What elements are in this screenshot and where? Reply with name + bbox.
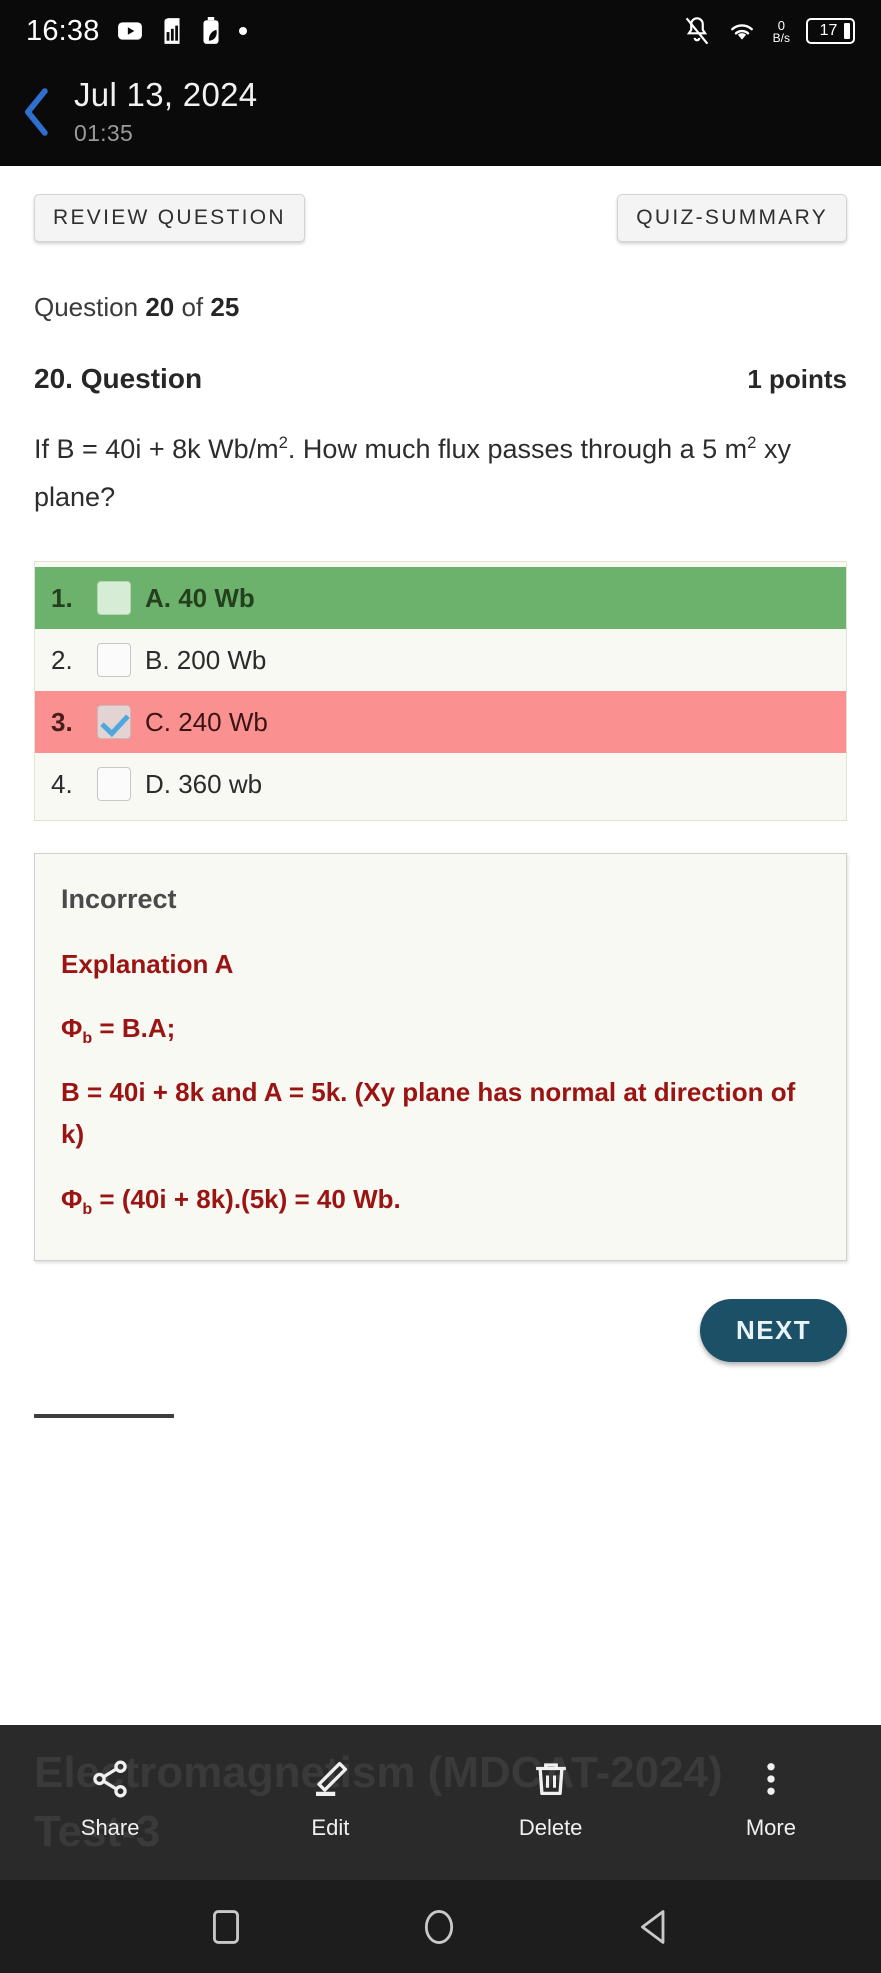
option-number: 3. bbox=[51, 706, 73, 737]
network-speed-unit: B/s bbox=[772, 30, 790, 45]
status-bar-left: 16:38 bbox=[26, 15, 683, 48]
answer-options-list: 1. A. 40 Wb 2. B. 200 Wb 3. C. 240 Wb 4.… bbox=[34, 561, 847, 822]
option-checkbox[interactable] bbox=[97, 581, 131, 616]
option-checkbox-checked[interactable] bbox=[97, 705, 131, 740]
formula-1-rest: = B.A; bbox=[92, 1013, 176, 1044]
progress-mid: of bbox=[181, 292, 204, 322]
android-nav-bar bbox=[0, 1880, 881, 1973]
chevron-left-icon bbox=[20, 86, 54, 143]
answer-option-2[interactable]: 2. B. 200 Wb bbox=[35, 629, 846, 691]
question-number-title: 20. Question bbox=[34, 363, 203, 394]
youtube-icon bbox=[117, 18, 143, 44]
option-label: D. 360 wb bbox=[145, 768, 263, 799]
phi-subscript: b bbox=[82, 1199, 93, 1218]
explanation-formula-1: Φb = B.A; bbox=[61, 1007, 820, 1049]
android-status-bar: 16:38 0 B/s 17 bbox=[0, 0, 881, 62]
battery-percent-label: 17 bbox=[819, 22, 838, 39]
phi-subscript: b bbox=[82, 1029, 93, 1048]
delete-button[interactable]: Delete bbox=[441, 1757, 661, 1841]
answer-option-4[interactable]: 4. D. 360 wb bbox=[35, 753, 846, 815]
battery-indicator: 17 bbox=[806, 18, 855, 44]
question-text: If B = 40i + 8k Wb/m2. How much flux pas… bbox=[34, 425, 847, 521]
more-button[interactable]: More bbox=[661, 1757, 881, 1841]
page-title: Jul 13, 2024 bbox=[74, 76, 258, 113]
quiz-chip-row: REVIEW QUESTION QUIZ-SUMMARY bbox=[34, 166, 847, 242]
question-sup-1: 2 bbox=[278, 433, 288, 452]
bell-muted-icon bbox=[683, 16, 711, 46]
quiz-content: REVIEW QUESTION QUIZ-SUMMARY Question 20… bbox=[0, 166, 881, 1418]
back-button[interactable] bbox=[0, 72, 74, 143]
question-text-part2: . How much flux passes bbox=[287, 434, 574, 464]
share-icon bbox=[89, 1757, 131, 1801]
explanation-heading: Explanation A bbox=[61, 949, 234, 980]
network-speed-value: 0 bbox=[777, 17, 785, 33]
answer-option-1[interactable]: 1. A. 40 Wb bbox=[35, 567, 846, 630]
option-number: 4. bbox=[51, 768, 73, 799]
phi-symbol: Φ bbox=[61, 1013, 83, 1044]
bottom-action-bar: Electromagnetism (MDCAT-2024) Test-3 Sha… bbox=[0, 1725, 881, 1880]
explanation-formula-2: B = 40i + 8k and A = 5k. (Xy plane has n… bbox=[61, 1077, 796, 1150]
phi-symbol: Φ bbox=[61, 1183, 83, 1214]
trash-icon bbox=[530, 1757, 572, 1801]
option-label: A. 40 Wb bbox=[145, 582, 255, 613]
horizontal-rule bbox=[34, 1413, 174, 1418]
question-text-part3: through a 5 m bbox=[580, 434, 748, 464]
share-label: Share bbox=[80, 1814, 140, 1840]
answer-status-label: Incorrect bbox=[61, 884, 177, 915]
status-clock: 16:38 bbox=[26, 14, 100, 47]
next-button-row: NEXT bbox=[34, 1298, 847, 1362]
header-timestamp: 01:35 bbox=[74, 120, 134, 146]
question-text-part1: If B = 40i + 8k Wb/m bbox=[34, 434, 279, 464]
explanation-formula-3: Φb = (40i + 8k).(5k) = 40 Wb. bbox=[61, 1178, 820, 1220]
option-label: B. 200 Wb bbox=[145, 644, 267, 675]
option-number: 2. bbox=[51, 644, 73, 675]
app-header: Jul 13, 2024 01:35 bbox=[0, 62, 881, 166]
option-checkbox[interactable] bbox=[97, 767, 131, 802]
quiz-summary-button[interactable]: QUIZ-SUMMARY bbox=[617, 194, 847, 242]
dot-icon bbox=[238, 26, 248, 36]
action-button-row: Share Edit Delete More bbox=[0, 1725, 881, 1880]
progress-prefix: Question bbox=[34, 292, 139, 322]
pencil-icon bbox=[309, 1757, 351, 1801]
delete-label: Delete bbox=[518, 1814, 583, 1840]
battery-saver-icon bbox=[201, 17, 221, 45]
wifi-icon bbox=[727, 19, 757, 43]
edit-button[interactable]: Edit bbox=[220, 1757, 440, 1841]
recents-square-icon[interactable] bbox=[211, 1909, 241, 1945]
question-header-row: 20. Question 1 points bbox=[34, 363, 847, 395]
next-button[interactable]: NEXT bbox=[700, 1298, 847, 1362]
more-label: More bbox=[745, 1814, 796, 1840]
review-question-button[interactable]: REVIEW QUESTION bbox=[34, 194, 305, 242]
back-triangle-icon[interactable] bbox=[638, 1909, 670, 1945]
network-speed-indicator: 0 B/s bbox=[773, 19, 790, 44]
answer-option-3[interactable]: 3. C. 240 Wb bbox=[35, 691, 846, 754]
option-label: C. 240 Wb bbox=[145, 706, 268, 737]
option-checkbox[interactable] bbox=[97, 643, 131, 678]
edit-label: Edit bbox=[311, 1814, 350, 1840]
formula-3-rest: = (40i + 8k).(5k) = 40 Wb. bbox=[92, 1183, 401, 1214]
progress-total: 25 bbox=[210, 292, 240, 322]
explanation-box: Incorrect Explanation A Φb = B.A; B = 40… bbox=[34, 853, 847, 1261]
share-button[interactable]: Share bbox=[0, 1757, 220, 1841]
header-title-block: Jul 13, 2024 01:35 bbox=[74, 72, 257, 147]
question-points: 1 points bbox=[747, 364, 847, 394]
progress-current: 20 bbox=[145, 292, 175, 322]
status-bar-right: 0 B/s 17 bbox=[683, 16, 855, 46]
recorder-icon bbox=[160, 17, 184, 45]
option-number: 1. bbox=[51, 582, 73, 613]
question-progress: Question 20 of 25 bbox=[34, 292, 847, 323]
more-vertical-icon bbox=[750, 1757, 792, 1801]
home-circle-icon[interactable] bbox=[422, 1908, 456, 1946]
